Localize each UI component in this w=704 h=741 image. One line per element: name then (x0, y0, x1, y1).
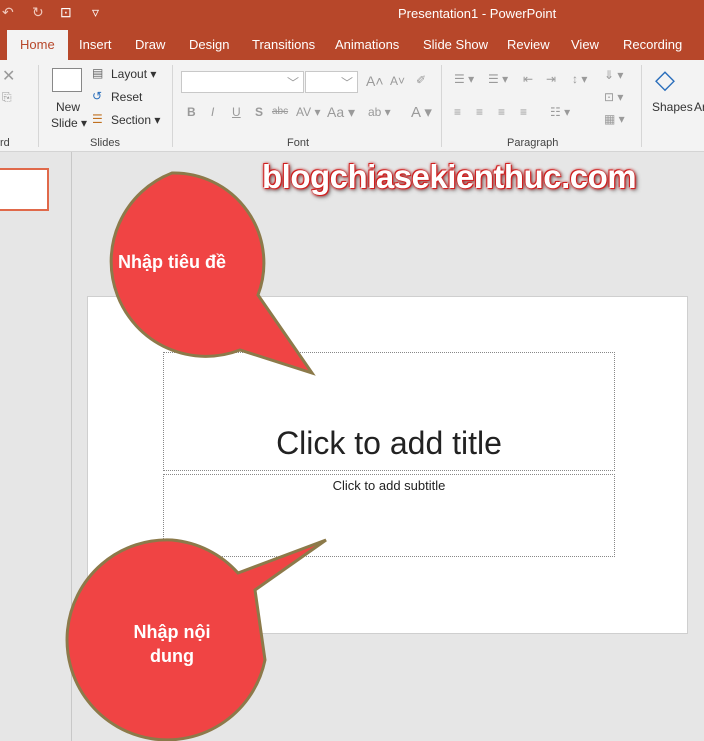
callout-content-text-1: Nhập nội (133, 622, 211, 642)
callout-title-text: Nhập tiêu đề (117, 252, 226, 272)
watermark-logo: blogchiasekienthuc.com (262, 158, 637, 195)
callout-content-text-2: dung (150, 646, 194, 666)
